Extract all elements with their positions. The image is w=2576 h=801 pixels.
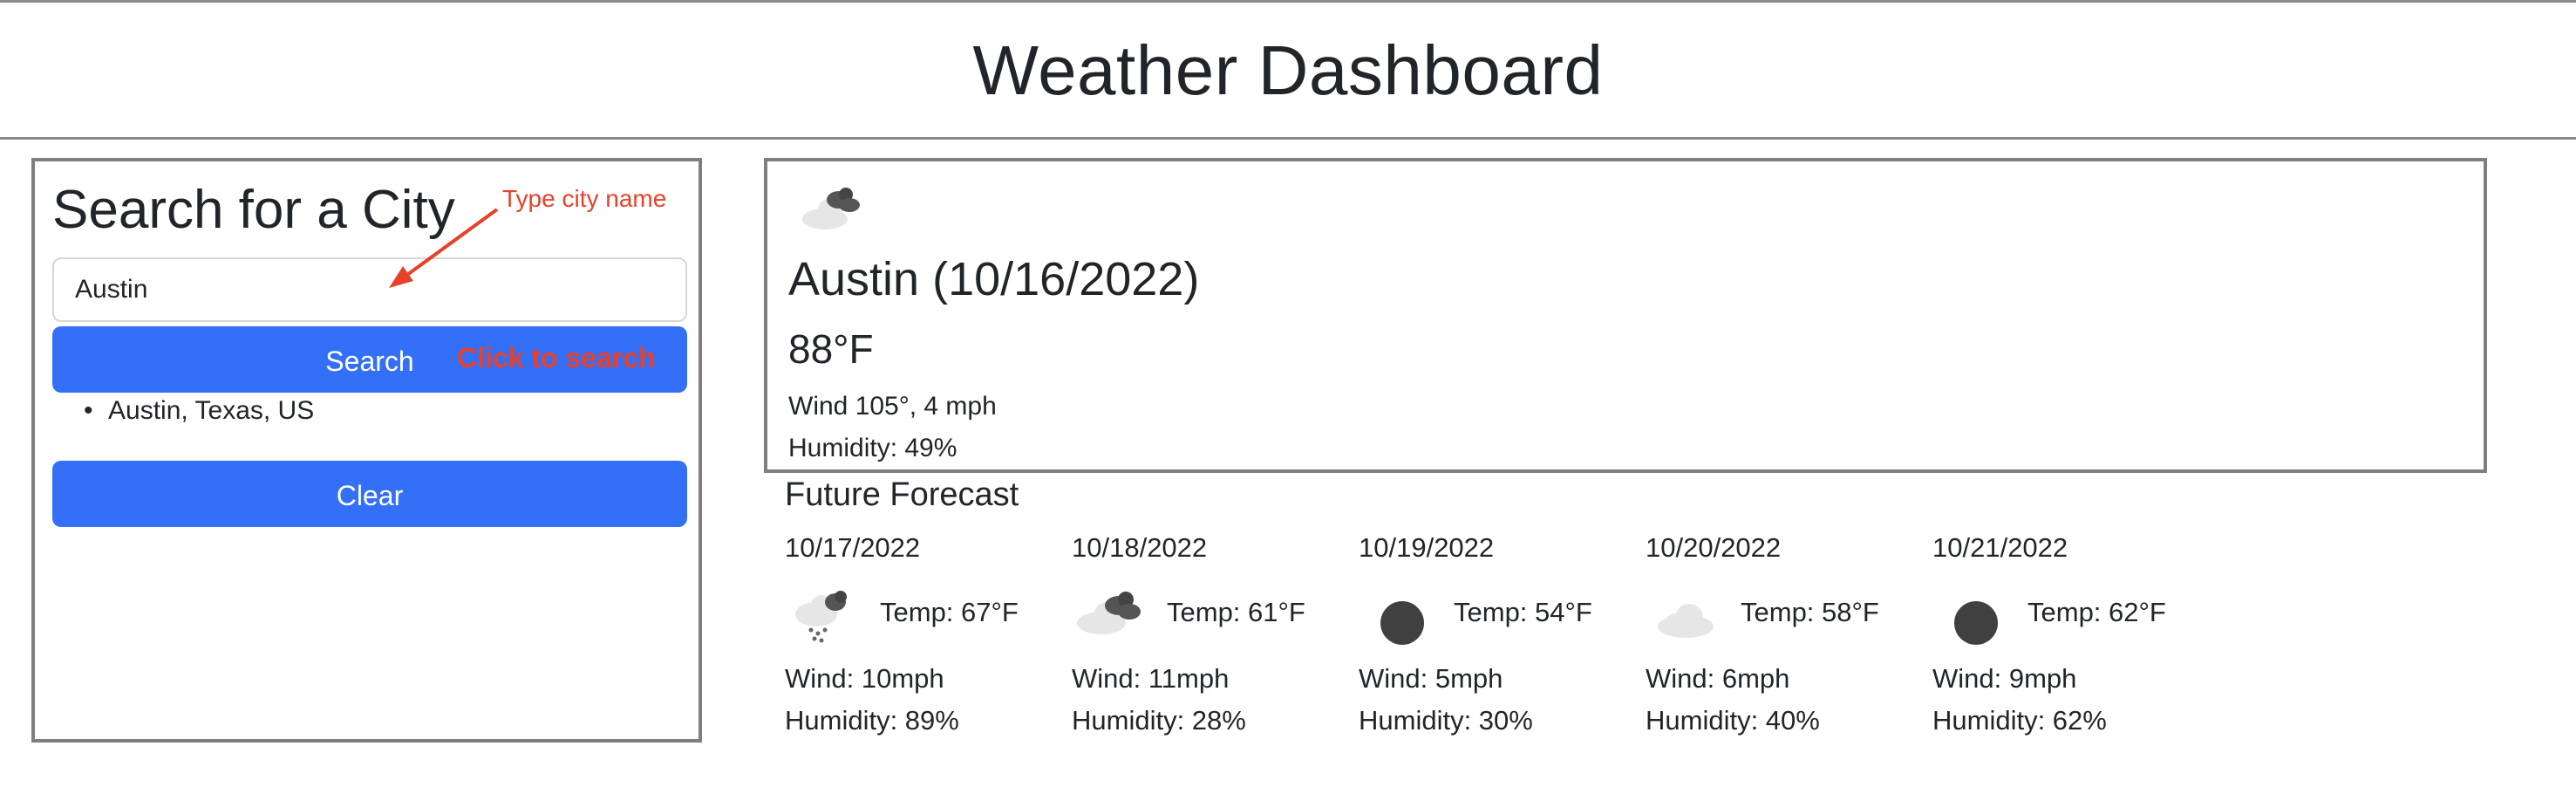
- forecast-temp: Temp: 62°F: [2027, 597, 2166, 627]
- city-search-input[interactable]: [52, 257, 687, 322]
- forecast-day-card: 10/17/2022 Temp: 67°F Wind: 10mph Humidi…: [785, 532, 1064, 750]
- page-title: Weather Dashboard: [972, 31, 1604, 109]
- current-temperature: 88°F: [788, 326, 874, 372]
- forecast-date: 10/20/2022: [1646, 532, 1782, 563]
- forecast-title: Future Forecast: [785, 476, 1019, 513]
- forecast-humidity: Humidity: 89%: [785, 705, 959, 736]
- forecast-day-card: 10/18/2022 Temp: 61°F Wind: 11mph Humidi…: [1072, 532, 1351, 750]
- forecast-date: 10/17/2022: [785, 532, 921, 563]
- overcast-circle-icon: [1954, 601, 1998, 645]
- forecast-temp: Temp: 58°F: [1741, 597, 1879, 627]
- forecast-temp: Temp: 61°F: [1167, 597, 1305, 627]
- forecast-wind: Wind: 11mph: [1072, 663, 1230, 694]
- forecast-humidity: Humidity: 30%: [1359, 705, 1533, 736]
- current-city-date: Austin (10/16/2022): [788, 253, 1200, 305]
- cloud-icon: [1658, 604, 1714, 638]
- type-city-annotation: Type city name: [502, 185, 667, 212]
- search-history-item[interactable]: • Austin, Texas, US: [52, 394, 314, 428]
- current-wind: Wind 105°, 4 mph: [788, 392, 997, 421]
- overcast-circle-icon: [1380, 601, 1424, 645]
- forecast-day-card: 10/20/2022 Temp: 58°F Wind: 6mph Humidit…: [1646, 532, 1925, 750]
- search-history-item-label: Austin, Texas, US: [108, 396, 315, 425]
- forecast-date: 10/18/2022: [1072, 532, 1208, 563]
- click-search-annotation: Click to search: [457, 342, 656, 373]
- clear-button-label: Clear: [336, 480, 404, 511]
- forecast-temp: Temp: 54°F: [1454, 597, 1592, 627]
- forecast-date: 10/21/2022: [1932, 532, 2068, 563]
- clear-button[interactable]: Clear: [52, 461, 687, 527]
- broken-clouds-icon: [802, 188, 860, 229]
- search-title: Search for a City: [52, 180, 455, 240]
- rain-cloud-icon: [795, 591, 847, 643]
- forecast-day-card: 10/19/2022 Temp: 54°F Wind: 5mph Humidit…: [1359, 532, 1638, 750]
- forecast-date: 10/19/2022: [1359, 532, 1495, 563]
- current-weather-card: Austin (10/16/2022) 88°F Wind 105°, 4 mp…: [764, 158, 2487, 473]
- page-header: Weather Dashboard: [0, 0, 2576, 140]
- forecast-day-card: 10/21/2022 Temp: 62°F Wind: 9mph Humidit…: [1932, 532, 2211, 750]
- forecast-wind: Wind: 9mph: [1932, 663, 2077, 694]
- search-panel: Search for a City Search •Austin, Texas,…: [31, 158, 702, 743]
- search-history-list: • Austin, Texas, US: [52, 394, 314, 428]
- forecast-wind: Wind: 5mph: [1359, 663, 1503, 694]
- forecast-temp: Temp: 67°F: [880, 597, 1019, 627]
- bullet-icon: •: [84, 396, 93, 425]
- forecast-humidity: Humidity: 28%: [1072, 705, 1246, 736]
- current-humidity: Humidity: 49%: [788, 434, 957, 462]
- forecast-humidity: Humidity: 62%: [1932, 705, 2107, 736]
- forecast-wind: Wind: 10mph: [785, 663, 944, 694]
- forecast-humidity: Humidity: 40%: [1646, 705, 1820, 736]
- forecast-wind: Wind: 6mph: [1646, 663, 1790, 694]
- broken-clouds-icon: [1077, 592, 1141, 634]
